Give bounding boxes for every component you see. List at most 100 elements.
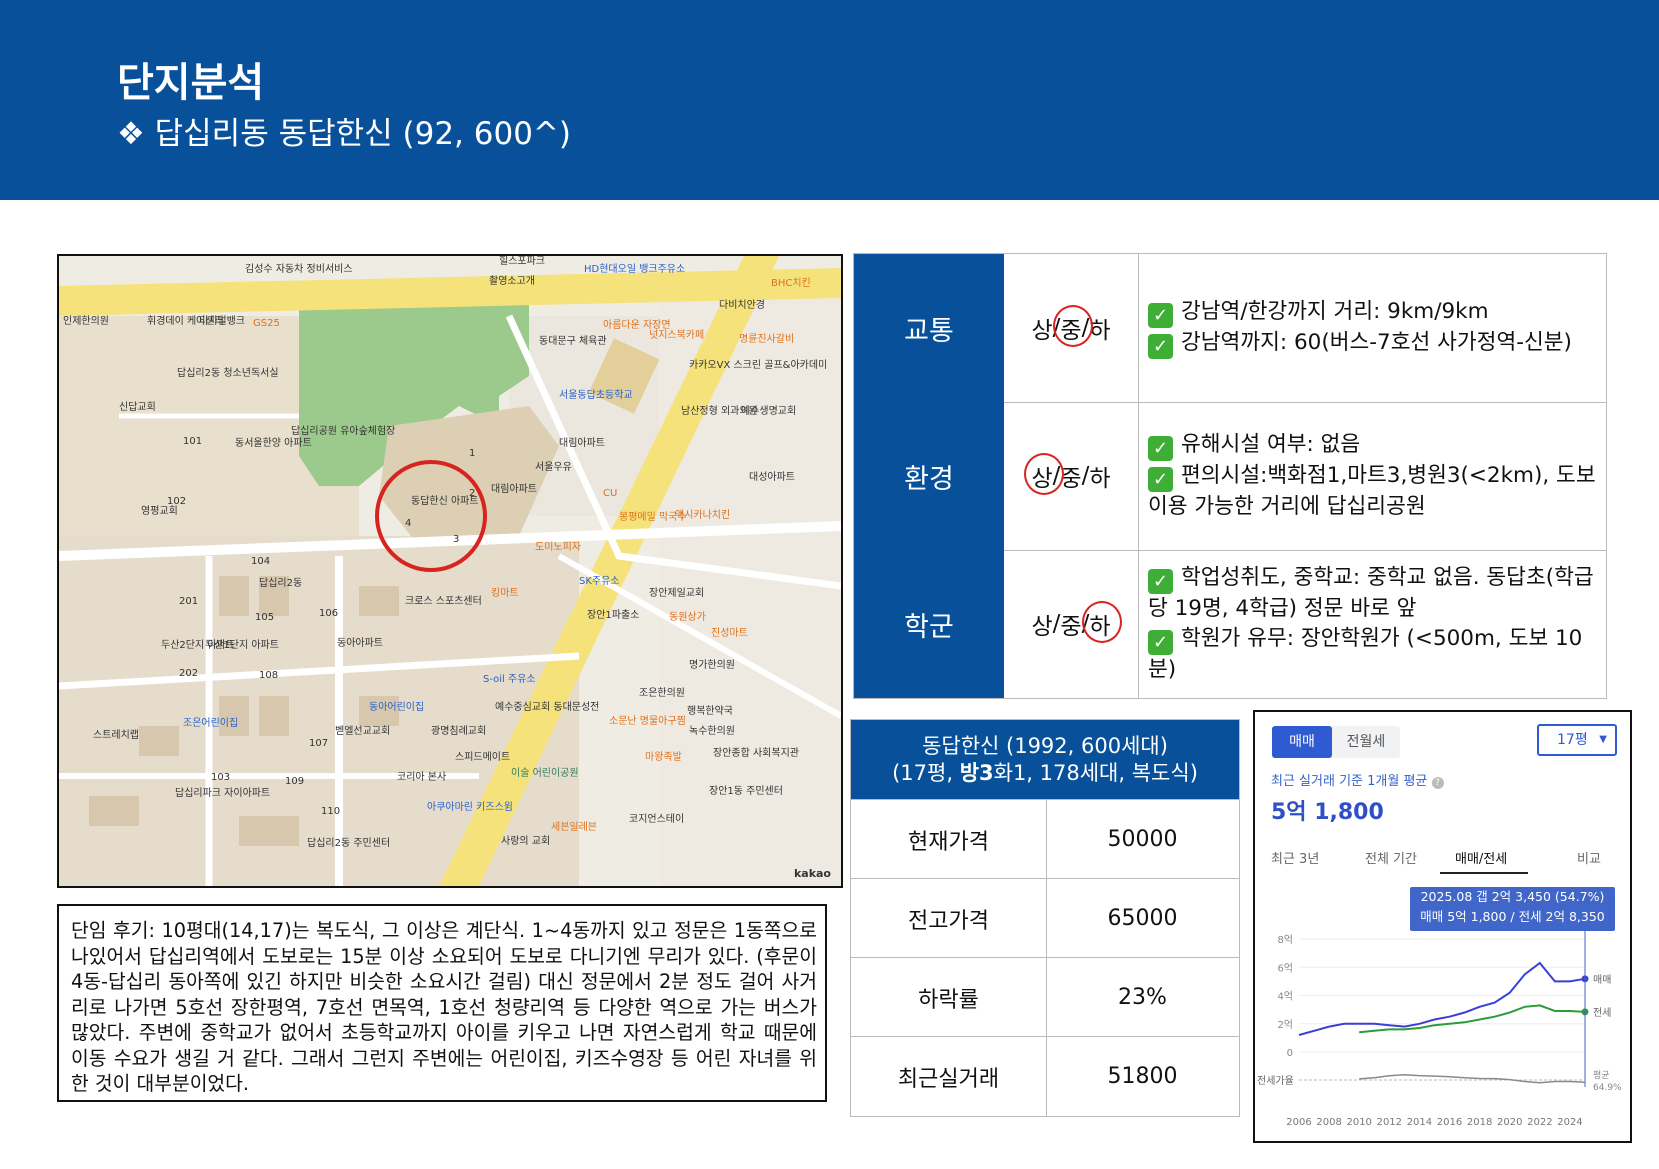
map-label: S-oil 주유소 bbox=[483, 674, 536, 685]
map-label: 스트레치랩 bbox=[93, 730, 139, 741]
price-table: 동답한신 (1992, 600세대) (17평, 방3화1, 178세대, 복도… bbox=[850, 719, 1240, 1117]
map-label: 답십리공원 유아숲체험장 bbox=[291, 426, 396, 437]
map-label: 장안제일교회 bbox=[649, 588, 705, 599]
x-tick-label: 2022 bbox=[1527, 1117, 1552, 1128]
map-number: 103 bbox=[211, 772, 231, 783]
map-label: 조은한의원 bbox=[639, 688, 685, 699]
map-label: 코지언스테이 bbox=[629, 814, 685, 825]
map-label: 동대문구 체육관 bbox=[539, 336, 607, 347]
avg-price: 5억 1,800 bbox=[1271, 800, 1384, 825]
x-tick-label: 2020 bbox=[1497, 1117, 1522, 1128]
map-label: 벧엘선교교회 bbox=[335, 726, 391, 737]
x-tick-label: 2014 bbox=[1407, 1117, 1432, 1128]
tab-compare[interactable]: 비교 bbox=[1577, 848, 1601, 867]
evaluation-table: 교통 상 / 중 / 하 ✓ 강남역/한강까지 거리: 9km/9km ✓ 강남역까… bbox=[853, 253, 1607, 699]
map-label: 킹마트 bbox=[491, 588, 519, 599]
map-number: 108 bbox=[259, 670, 279, 681]
price-line-chart[interactable]: 0 2억 4억 6억 8억매매전세전세가율 평균 64.9% 2006 2008 2010 2012… bbox=[1255, 927, 1630, 1137]
check-icon: ✓ bbox=[1148, 630, 1173, 655]
price-label: 전고가격 bbox=[851, 879, 1047, 958]
map-label: 장안종합 사회복지관 bbox=[713, 748, 799, 759]
period-tabs: 최근 3년 전체 기간 매매/전세 비교 bbox=[1255, 842, 1630, 874]
location-map[interactable]: 김성수 자동차 정비서비스 힐스포파크 HD현대오일 뱅크주유소 인제한의원 휘… bbox=[57, 254, 843, 888]
grade-low-selected: 하 bbox=[1082, 601, 1123, 643]
y-tick-label: 8억 bbox=[1277, 934, 1293, 946]
eval-grade: 상 / 중 / 하 bbox=[1004, 550, 1139, 698]
tab-all-period[interactable]: 전체 기간 bbox=[1365, 848, 1417, 867]
price-table-header: 동답한신 (1992, 600세대) (17평, 방3화1, 178세대, 복도… bbox=[851, 720, 1239, 799]
help-icon[interactable]: ? bbox=[1431, 777, 1444, 789]
eval-category: 학군 bbox=[854, 550, 1004, 698]
price-chart-panel: 매매 전월세 17평 ▼ 최근 실거래 기준 1개월 평균 ? 5억 1,800… bbox=[1253, 710, 1632, 1143]
map-label: 김성수 자동차 정비서비스 bbox=[245, 264, 353, 275]
map-label: 답십리2동 청소년독서실 bbox=[177, 368, 279, 379]
grade-high-selected: 상 bbox=[1024, 453, 1065, 495]
eval-line: ✓ 편의시설:백화점1,마트3,병원3(<2km), 도보 이용 가능한 거리에 … bbox=[1148, 461, 1598, 522]
map-label: 대림아파트 bbox=[491, 484, 537, 495]
header-banner: 단지분석 ❖ 답십리동 동답한신 (92, 600^) bbox=[0, 0, 1659, 200]
map-label: 코리아 본사 bbox=[397, 772, 447, 783]
map-label: 행복한약국 bbox=[687, 706, 733, 717]
grade-mid-selected: 중 bbox=[1053, 305, 1094, 347]
map-label: 녹수한의원 bbox=[689, 726, 735, 737]
grade-mid: 중 bbox=[1060, 614, 1082, 640]
eval-line-text: 강남역까지: 60(버스-7호선 사가정역-신분) bbox=[1181, 330, 1572, 355]
map-label: 넛지스북카페 bbox=[649, 330, 705, 341]
map-label: 사랑의 교회 bbox=[501, 836, 551, 847]
price-table-title: 동답한신 (1992, 600세대) bbox=[922, 733, 1168, 758]
map-number: 104 bbox=[251, 556, 271, 567]
series-label: 매매 bbox=[1593, 974, 1611, 986]
tab-rent[interactable]: 전월세 bbox=[1332, 726, 1400, 758]
map-label: 인제한의원 bbox=[63, 316, 109, 327]
grade-low: 하 bbox=[1089, 466, 1111, 492]
eval-grade: 상 / 중 / 하 bbox=[1004, 254, 1139, 402]
spec-rooms: 방3 bbox=[959, 760, 994, 785]
map-label: 디지털뱅크 bbox=[199, 316, 245, 327]
tooltip-line: 2025.08 갭 2억 3,450 (54.7%) bbox=[1420, 889, 1605, 904]
eval-detail: ✓ 강남역/한강까지 거리: 9km/9km ✓ 강남역까지: 60(버스-7호선 … bbox=[1148, 254, 1598, 402]
eval-detail: ✓ 학업성취도, 중학교: 중학교 없음. 동답초(학급당 19명, 4학급) 정… bbox=[1148, 550, 1598, 698]
avg-caption: 최근 실거래 기준 1개월 평균 ? bbox=[1271, 770, 1444, 789]
map-label: 명가한의원 bbox=[689, 660, 735, 671]
avg-caption-text: 최근 실거래 기준 1개월 평균 bbox=[1271, 774, 1428, 789]
map-label: 대성아파트 bbox=[749, 472, 795, 483]
tab-recent-3y[interactable]: 최근 3년 bbox=[1271, 848, 1319, 867]
y-tick-label: 0 bbox=[1287, 1048, 1293, 1059]
map-label: 명륜진사갈비 bbox=[739, 334, 795, 345]
map-label: 예수중심교회 동대문성전 bbox=[495, 702, 600, 713]
map-label: 답십리파크 자이아파트 bbox=[175, 788, 271, 799]
page-subtitle: ❖ 답십리동 동답한신 (92, 600^) bbox=[117, 116, 571, 152]
map-label: 다비치안경 bbox=[719, 300, 765, 311]
map-label: 도미노피자 bbox=[535, 542, 581, 553]
map-label: 동아아파트 bbox=[337, 638, 383, 649]
map-number: 102 bbox=[167, 496, 187, 507]
x-tick-label: 2016 bbox=[1437, 1117, 1462, 1128]
price-label: 현재가격 bbox=[851, 800, 1047, 879]
price-label: 최근실거래 bbox=[851, 1037, 1047, 1116]
check-icon: ✓ bbox=[1148, 334, 1173, 359]
tab-sale-jeonse[interactable]: 매매/전세 bbox=[1455, 848, 1507, 867]
price-value: 65000 bbox=[1107, 906, 1178, 931]
tab-sale[interactable]: 매매 bbox=[1272, 726, 1332, 758]
map-label: 조은어린이집 bbox=[183, 718, 239, 729]
map-label: SK주유소 bbox=[579, 576, 620, 587]
map-label: 카카오VX 스크린 골프&아카데미 bbox=[689, 360, 828, 371]
map-number: 110 bbox=[321, 806, 341, 817]
map-label: 광명침례교회 bbox=[431, 726, 487, 737]
map-label: 촬영소고개 bbox=[489, 276, 535, 287]
ratio-label: 전세가율 bbox=[1257, 1075, 1294, 1087]
x-tick-label: 2008 bbox=[1316, 1117, 1341, 1128]
map-label: CU bbox=[603, 488, 618, 499]
grade-high: 상 bbox=[1031, 318, 1053, 344]
series-label: 전세 bbox=[1593, 1007, 1611, 1019]
eval-line: ✓ 학업성취도, 중학교: 중학교 없음. 동답초(학급당 19명, 4학급) 정… bbox=[1148, 563, 1598, 624]
check-icon: ✓ bbox=[1148, 467, 1173, 492]
size-select[interactable]: 17평 ▼ bbox=[1537, 724, 1617, 756]
map-label: 진성마트 bbox=[711, 628, 748, 639]
price-row: 하락률 23% bbox=[851, 957, 1239, 1037]
y-tick-label: 4억 bbox=[1277, 991, 1293, 1003]
map-number: 107 bbox=[309, 738, 329, 749]
map-label: 예수생명교회 bbox=[741, 406, 797, 417]
map-label: 스피드메이트 bbox=[455, 752, 511, 763]
price-row: 전고가격 65000 bbox=[851, 878, 1239, 958]
